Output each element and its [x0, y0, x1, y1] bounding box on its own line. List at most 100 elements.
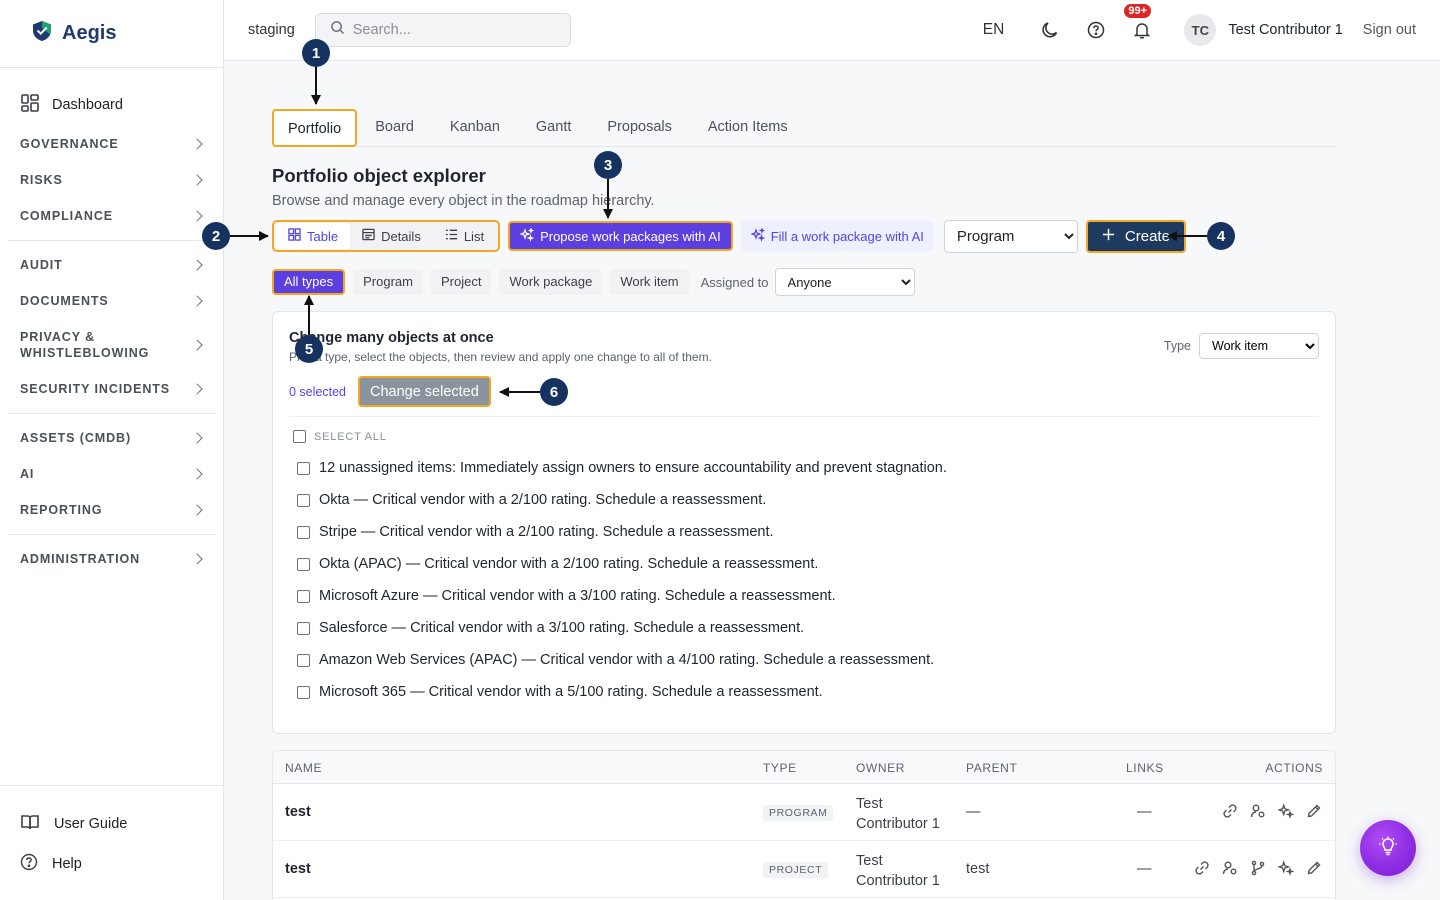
view-switcher: Table Details List [272, 220, 501, 252]
sidebar-item-dashboard[interactable]: Dashboard [0, 90, 223, 120]
bulk-change-panel: Change many objects at once Pick a type,… [272, 311, 1336, 734]
filter-work-item[interactable]: Work item [610, 269, 689, 295]
link-icon[interactable] [1221, 802, 1239, 820]
search-input[interactable] [352, 22, 553, 38]
sidebar-divider [8, 240, 215, 241]
hierarchy-level-select[interactable]: Program Project Work package Work item [943, 219, 1078, 253]
sidebar-item-governance[interactable]: GOVERNANCE [0, 126, 223, 162]
filter-all-types[interactable]: All types [272, 269, 346, 295]
assistant-fab[interactable] [1360, 820, 1416, 876]
item-label: Microsoft Azure — Critical vendor with a… [319, 588, 836, 604]
notifications-bell-icon[interactable]: 99+ [1124, 4, 1154, 42]
row-name[interactable]: test [285, 804, 311, 820]
language-switcher[interactable]: EN [983, 21, 1005, 39]
row-parent[interactable]: test [966, 861, 989, 877]
select-all-label: SELECT ALL [314, 430, 387, 443]
annotation-marker-3: 3 [594, 151, 622, 179]
brand[interactable]: Aegis [0, 0, 223, 68]
plus-icon [1102, 228, 1115, 245]
list-item[interactable]: Stripe — Critical vendor with a 2/100 ra… [297, 516, 947, 548]
sparkles-icon[interactable] [1277, 859, 1295, 877]
change-selected-button[interactable]: Change selected [357, 376, 491, 407]
edit-pencil-icon[interactable] [1305, 859, 1323, 877]
sidebar-item-documents[interactable]: DOCUMENTS [0, 283, 223, 319]
item-checkbox[interactable] [297, 653, 310, 667]
tab-kanban[interactable]: Kanban [432, 109, 518, 147]
table-row[interactable]: test PROGRAM Test Contributor 1 — — [273, 784, 1335, 841]
select-all-checkbox[interactable] [293, 430, 306, 443]
item-label: Stripe — Critical vendor with a 2/100 ra… [319, 524, 774, 540]
help-link[interactable]: Help [20, 844, 223, 884]
link-icon[interactable] [1193, 859, 1211, 877]
table-row[interactable]: test PROJECT Test Contributor 1 test — [273, 841, 1335, 898]
sidebar-item-reporting[interactable]: REPORTING [0, 492, 223, 528]
filter-work-package[interactable]: Work package [499, 269, 603, 295]
sidebar-item-audit[interactable]: AUDIT [0, 247, 223, 283]
tab-proposals[interactable]: Proposals [589, 109, 689, 147]
bulk-type-picker: Type Work item [1164, 333, 1319, 359]
sidebar-item-compliance[interactable]: COMPLIANCE [0, 198, 223, 234]
item-checkbox[interactable] [297, 525, 310, 539]
col-actions: ACTIONS [1265, 761, 1323, 775]
view-list-label: List [463, 228, 485, 244]
list-item[interactable]: Okta — Critical vendor with a 2/100 rati… [297, 484, 947, 516]
list-item[interactable]: Microsoft 365 — Critical vendor with a 5… [297, 676, 947, 708]
chevron-right-icon [191, 138, 203, 150]
assign-user-icon[interactable] [1221, 859, 1239, 877]
branch-icon[interactable] [1249, 859, 1267, 877]
create-button[interactable]: Create [1085, 219, 1186, 253]
view-table-button[interactable]: Table [276, 223, 351, 249]
toolbar: Table Details List Propose work packages… [272, 219, 1186, 253]
sidebar-item-privacy[interactable]: PRIVACY & WHISTLEBLOWING [0, 319, 223, 371]
item-checkbox[interactable] [297, 461, 310, 475]
list-item[interactable]: Amazon Web Services (APAC) — Critical ve… [297, 644, 947, 676]
user-guide-link[interactable]: User Guide [20, 804, 223, 844]
tab-action-items[interactable]: Action Items [690, 109, 806, 147]
row-name[interactable]: test [285, 861, 311, 877]
col-name[interactable]: NAME [285, 761, 322, 775]
view-details-button[interactable]: Details [350, 223, 433, 249]
list-item[interactable]: 12 unassigned items: Immediately assign … [297, 452, 947, 484]
filter-project[interactable]: Project [431, 269, 492, 295]
item-checkbox[interactable] [297, 685, 310, 699]
bulk-type-label: Type [1163, 339, 1191, 353]
item-checkbox[interactable] [297, 557, 310, 571]
item-checkbox[interactable] [297, 493, 310, 507]
tab-portfolio[interactable]: Portfolio [272, 109, 358, 147]
bulk-type-select[interactable]: Work item [1199, 333, 1319, 359]
dashboard-grid-icon [20, 93, 40, 118]
col-parent[interactable]: PARENT [966, 761, 1017, 775]
assign-user-icon[interactable] [1249, 802, 1267, 820]
assigned-to-select[interactable]: Anyone [774, 268, 915, 296]
details-card-icon [362, 228, 375, 244]
sparkles-icon[interactable] [1277, 802, 1295, 820]
tab-gantt[interactable]: Gantt [518, 109, 589, 147]
objects-table: NAME TYPE OWNER PARENT LINKS ACTIONS tes… [272, 750, 1336, 900]
edit-pencil-icon[interactable] [1305, 802, 1323, 820]
sign-out-link[interactable]: Sign out [1363, 22, 1416, 38]
help-circle-icon[interactable] [1084, 18, 1108, 42]
col-type[interactable]: TYPE [763, 761, 797, 775]
item-checkbox[interactable] [297, 621, 310, 635]
sidebar-item-ai[interactable]: AI [0, 456, 223, 492]
sparkles-icon [749, 226, 766, 245]
sidebar-item-administration[interactable]: ADMINISTRATION [0, 541, 223, 577]
list-item[interactable]: Microsoft Azure — Critical vendor with a… [297, 580, 947, 612]
avatar[interactable]: TC [1184, 14, 1217, 46]
filter-program[interactable]: Program [353, 269, 423, 295]
list-item[interactable]: Salesforce — Critical vendor with a 3/10… [297, 612, 947, 644]
search-box[interactable] [314, 13, 571, 47]
list-item[interactable]: Okta (APAC) — Critical vendor with a 2/1… [297, 548, 947, 580]
item-checkbox[interactable] [297, 589, 310, 603]
view-list-button[interactable]: List [433, 223, 496, 249]
propose-work-packages-ai-button[interactable]: Propose work packages with AI [508, 221, 733, 251]
sidebar-item-security-incidents[interactable]: SECURITY INCIDENTS [0, 371, 223, 407]
sidebar-item-assets[interactable]: ASSETS (CMDB) [0, 420, 223, 456]
select-all[interactable]: SELECT ALL [293, 430, 387, 443]
theme-moon-icon[interactable] [1038, 18, 1062, 42]
col-owner[interactable]: OWNER [856, 761, 905, 775]
tab-board[interactable]: Board [357, 109, 432, 147]
sidebar-item-risks[interactable]: RISKS [0, 162, 223, 198]
bulk-subtitle: Pick a type, select the objects, then re… [289, 350, 712, 364]
fill-work-package-ai-button[interactable]: Fill a work package with AI [740, 221, 934, 251]
